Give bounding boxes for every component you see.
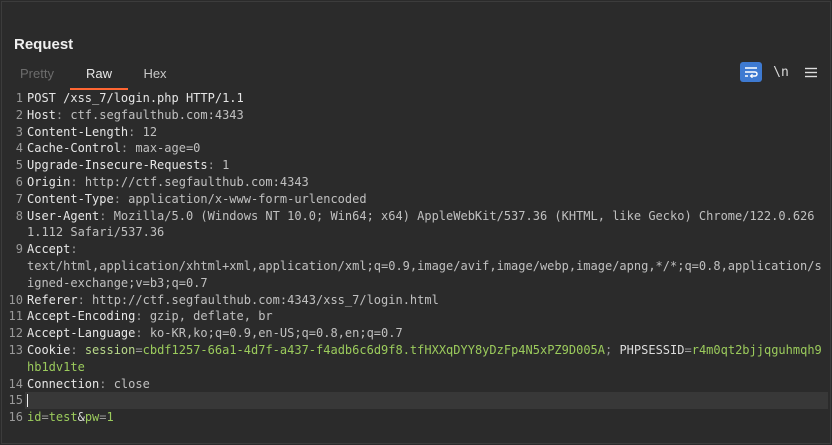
cookie-equals: = — [135, 342, 143, 357]
header-separator: : — [70, 174, 85, 189]
tab-raw[interactable]: Raw — [70, 66, 128, 90]
header-separator: : — [55, 107, 71, 122]
param-name: id — [27, 410, 42, 425]
wrap-lines-button[interactable] — [740, 62, 762, 82]
line-number: 10 — [8, 292, 23, 307]
header-name: Content-Length — [27, 124, 129, 139]
header-line[interactable]: 3 Content-Length: 12 — [6, 124, 828, 141]
cookie-equals: = — [684, 342, 692, 357]
request-line-text: POST /xss_7/login.php HTTP/1.1 — [27, 91, 244, 105]
header-line[interactable]: 5 Upgrade-Insecure-Requests: 1 — [6, 157, 828, 174]
line-number: 16 — [8, 410, 23, 425]
param-name: pw — [84, 410, 100, 425]
line-number: 2 — [15, 107, 23, 122]
header-line[interactable]: 7 Content-Type: application/x-www-form-u… — [6, 191, 828, 208]
header-separator: : — [128, 124, 143, 139]
line-number: 12 — [8, 326, 23, 341]
header-separator: : — [70, 342, 85, 357]
empty-line-current[interactable]: 15 — [6, 392, 828, 410]
param-separator: & — [77, 410, 85, 425]
header-line[interactable]: 14 Connection: close — [6, 376, 828, 393]
line-number: 9 — [15, 242, 23, 257]
view-tabs: Pretty Raw Hex — [2, 62, 832, 90]
line-number: 4 — [15, 141, 23, 156]
header-value: 12 — [142, 124, 158, 139]
header-name: Accept-Encoding — [27, 309, 136, 324]
header-line[interactable]: 2 Host: ctf.segfaulthub.com:4343 — [6, 107, 828, 124]
cookie-header-line[interactable]: 13 Cookie: session=cbdf1257-66a1-4d7f-a4… — [6, 342, 828, 376]
editor-toolbar: \n — [740, 61, 822, 83]
param-equals: = — [41, 410, 49, 425]
options-menu-button[interactable] — [800, 62, 822, 82]
header-name: Accept — [27, 242, 71, 257]
header-separator: : — [120, 141, 136, 156]
param-equals: = — [99, 410, 107, 425]
header-separator: : — [207, 158, 223, 173]
tab-pretty[interactable]: Pretty — [19, 66, 55, 88]
line-number: 8 — [15, 208, 23, 223]
header-separator: : — [99, 376, 114, 391]
param-value: test — [48, 410, 78, 425]
param-value: 1 — [106, 410, 114, 425]
cookie-name: PHPSESSID — [619, 342, 685, 357]
body-line[interactable]: 16 id=test&pw=1 — [6, 409, 828, 426]
header-line[interactable]: 6 Origin: http://ctf.segfaulthub.com:434… — [6, 174, 828, 191]
line-number: 14 — [8, 376, 23, 391]
header-value: text/html,application/xhtml+xml,applicat… — [27, 258, 822, 290]
header-separator: : — [77, 292, 93, 307]
header-name: Cookie — [27, 342, 71, 357]
header-separator: : — [113, 191, 129, 206]
request-line[interactable]: 1 POST /xss_7/login.php HTTP/1.1 — [6, 90, 828, 107]
header-value: http://ctf.segfaulthub.com:4343 — [84, 174, 309, 189]
raw-request-editor[interactable]: 1 POST /xss_7/login.php HTTP/1.1 2 Host:… — [6, 90, 828, 440]
header-separator: : — [70, 242, 85, 257]
header-name: Origin — [27, 174, 71, 189]
tab-hex[interactable]: Hex — [142, 66, 168, 88]
hamburger-menu-icon — [805, 67, 817, 77]
header-name: Connection — [27, 376, 100, 391]
line-number: 3 — [15, 124, 23, 139]
line-number: 11 — [8, 309, 23, 324]
header-name: User-Agent — [27, 208, 100, 223]
header-value: http://ctf.segfaulthub.com:4343/xss_7/lo… — [92, 292, 439, 307]
header-name: Host — [27, 107, 56, 122]
header-separator: : — [99, 208, 114, 223]
header-value: gzip, deflate, br — [149, 309, 273, 324]
header-name: Accept-Language — [27, 326, 136, 341]
text-caret — [27, 394, 28, 408]
header-value: max-age=0 — [135, 141, 201, 156]
line-number: 15 — [8, 393, 23, 408]
header-line[interactable]: 8 User-Agent: Mozilla/5.0 (Windows NT 10… — [6, 208, 828, 242]
header-value: Mozilla/5.0 (Windows NT 10.0; Win64; x64… — [27, 208, 815, 240]
header-separator: : — [135, 326, 150, 341]
header-separator: : — [135, 309, 150, 324]
header-value: 1 — [222, 158, 230, 173]
header-name: Cache-Control — [27, 141, 121, 156]
header-name: Upgrade-Insecure-Requests — [27, 158, 208, 173]
header-value: close — [113, 376, 150, 391]
header-name: Referer — [27, 292, 78, 307]
header-line[interactable]: 9 Accept: text/html,application/xhtml+xm… — [6, 241, 828, 291]
header-value: ko-KR,ko;q=0.9,en-US;q=0.8,en;q=0.7 — [149, 326, 403, 341]
header-value: application/x-www-form-urlencoded — [128, 191, 367, 206]
line-number: 6 — [15, 174, 23, 189]
cookie-separator: ; — [605, 342, 620, 357]
show-newlines-button[interactable]: \n — [770, 62, 792, 82]
request-panel: Request Pretty Raw Hex \n 1 POST /xss_7/… — [1, 1, 831, 444]
header-line[interactable]: 11 Accept-Encoding: gzip, deflate, br — [6, 308, 828, 325]
line-number: 1 — [15, 91, 23, 105]
cookie-value: cbdf1257-66a1-4d7f-a437-f4adb6c6d9f8.tfH… — [142, 342, 605, 357]
header-value: ctf.segfaulthub.com:4343 — [70, 107, 244, 122]
line-number: 13 — [8, 342, 23, 357]
line-number: 5 — [15, 158, 23, 173]
header-line[interactable]: 10 Referer: http://ctf.segfaulthub.com:4… — [6, 292, 828, 309]
line-number: 7 — [15, 191, 23, 206]
wrap-lines-icon — [745, 67, 758, 78]
header-name: Content-Type — [27, 191, 114, 206]
header-line[interactable]: 12 Accept-Language: ko-KR,ko;q=0.9,en-US… — [6, 325, 828, 342]
cookie-name: session — [84, 342, 136, 357]
header-line[interactable]: 4 Cache-Control: max-age=0 — [6, 140, 828, 157]
panel-title: Request — [14, 36, 74, 53]
